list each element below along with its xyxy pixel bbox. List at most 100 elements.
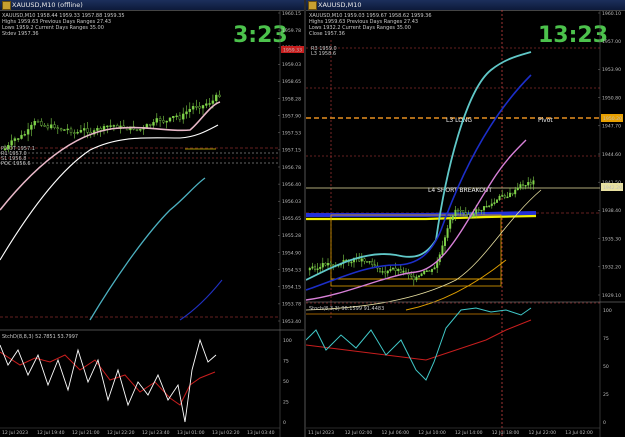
chart-window-icon (2, 1, 11, 10)
candle-body (56, 127, 59, 129)
current-price-label: 1959.33 (283, 48, 302, 54)
candle-body (36, 121, 40, 123)
time-tick-label: 12 Jul 18:00 (492, 430, 520, 436)
candle-body (433, 267, 436, 270)
chart-title-right: XAUUSD,M10 (318, 1, 362, 9)
chart-canvas-left[interactable]: XAUUSD,M10 1958.44 1959.33 1957.88 1959.… (0, 10, 304, 437)
price-tick-label: 1944.60 (602, 152, 621, 158)
candle-body (495, 199, 498, 203)
candle-body (96, 128, 99, 131)
candle-body (456, 209, 459, 212)
candle-body (430, 268, 433, 272)
candle-body (313, 266, 316, 270)
time-tick-label: 13 Jul 03:40 (247, 430, 275, 436)
candle-body (211, 100, 215, 104)
candle-body (30, 124, 33, 130)
time-tick-label: 12 Jul 06:00 (382, 430, 410, 436)
level-label: L3 1958.6 (311, 51, 336, 57)
candle-body (218, 94, 221, 97)
price-tick-label: 1935.30 (602, 236, 621, 242)
candle-body (459, 210, 462, 212)
candle-body (69, 128, 73, 133)
candle-body (488, 205, 491, 207)
chart-canvas-right[interactable]: XAUUSD,M10 1959.03 1959.67 1958.62 1959.… (306, 10, 625, 437)
candle-body (152, 122, 155, 126)
candle-body (514, 189, 517, 195)
indicator-tick-label: 25 (283, 399, 289, 405)
level-label: L3 LONG (446, 117, 472, 124)
candle-body (214, 94, 218, 102)
candle-body (373, 264, 376, 267)
candle-body (155, 118, 159, 123)
time-tick-label: 11 Jul 2023 (308, 430, 334, 436)
candle-body (524, 184, 527, 187)
time-tick-label: 12 Jul 22:00 (529, 430, 557, 436)
candle-body (415, 276, 418, 281)
price-badge-label: 1942.20 (603, 185, 622, 191)
candle-body (145, 124, 149, 128)
candle-body (33, 121, 36, 126)
time-axis: 12 Jul 2023 12 Jul 19:40 12 Jul 21:00 12 Ju… (0, 427, 280, 436)
clock-display: 13:23 (538, 23, 608, 48)
candle-body (178, 115, 182, 120)
moving-average-line (89, 177, 206, 321)
candle-body (425, 270, 428, 272)
price-tick-label: 1956.78 (282, 165, 301, 171)
price-tick-label: 1956.03 (282, 199, 301, 205)
candle-body (205, 103, 208, 106)
price-tick-label: 1960.10 (602, 11, 621, 17)
price-tick-label: 1959.78 (282, 28, 301, 34)
candlestick-series (3, 90, 221, 153)
moving-average-line (179, 279, 223, 321)
candle-body (162, 120, 165, 123)
price-tick-label: 1958.28 (282, 96, 301, 102)
chart-window-right[interactable]: XAUUSD,M10 XAUUSD,M10 1959.03 1959.67 19… (306, 0, 625, 437)
indicator-scale: 100 75 50 25 0 (603, 308, 612, 426)
stochastic-main-line (0, 338, 217, 423)
candle-body (148, 124, 152, 126)
stochastic-signal-line (306, 319, 532, 361)
time-tick-label: 13 Jul 02:20 (212, 430, 240, 436)
candle-body (441, 245, 444, 255)
candle-body (26, 129, 30, 135)
candle-body (366, 261, 369, 263)
price-tick-label: 1960.15 (282, 11, 301, 17)
candle-body (82, 128, 86, 131)
candle-body (46, 125, 50, 129)
candle-body (324, 262, 327, 266)
candle-body (139, 129, 142, 131)
candle-body (59, 128, 63, 131)
candle-body (464, 212, 467, 215)
price-tick-label: 1938.40 (602, 208, 621, 214)
candle-body (316, 268, 319, 270)
level-label: L4 SHORT BREAKOUT (428, 187, 492, 194)
price-tick-label: 1954.15 (282, 285, 301, 291)
candle-body (106, 125, 109, 128)
price-tick-label: 1955.28 (282, 233, 301, 239)
candle-body (363, 258, 366, 262)
candle-body (443, 237, 446, 246)
candle-body (386, 270, 389, 274)
candle-body (172, 116, 175, 119)
candle-body (532, 180, 535, 185)
candle-body (508, 192, 511, 198)
candle-body (423, 270, 426, 274)
price-tick-label: 1953.90 (602, 67, 621, 73)
price-tick-label: 1950.80 (602, 95, 621, 101)
chart-window-left[interactable]: XAUUSD,M10 (offline) XAUUSD,M10 1958.44 … (0, 0, 304, 437)
candle-body (451, 215, 454, 221)
price-axis: 1960.151959.781959.401959.031958.651958.… (278, 11, 301, 325)
chart-info-line: Stdev 1957.36 (2, 31, 39, 37)
candle-body (321, 262, 324, 268)
indicator-header: Stoch(8,3,3) 96.1599 91.4483 (309, 306, 384, 312)
candle-body (327, 263, 330, 266)
level-label: Pivot (538, 117, 553, 124)
candle-body (99, 128, 102, 131)
candle-body (503, 195, 506, 198)
time-tick-label: 12 Jul 02:00 (345, 430, 373, 436)
candle-body (332, 264, 335, 266)
candle-body (420, 273, 423, 276)
price-tick-label: 1958.65 (282, 79, 301, 85)
candle-body (475, 209, 478, 214)
candle-body (181, 113, 185, 120)
